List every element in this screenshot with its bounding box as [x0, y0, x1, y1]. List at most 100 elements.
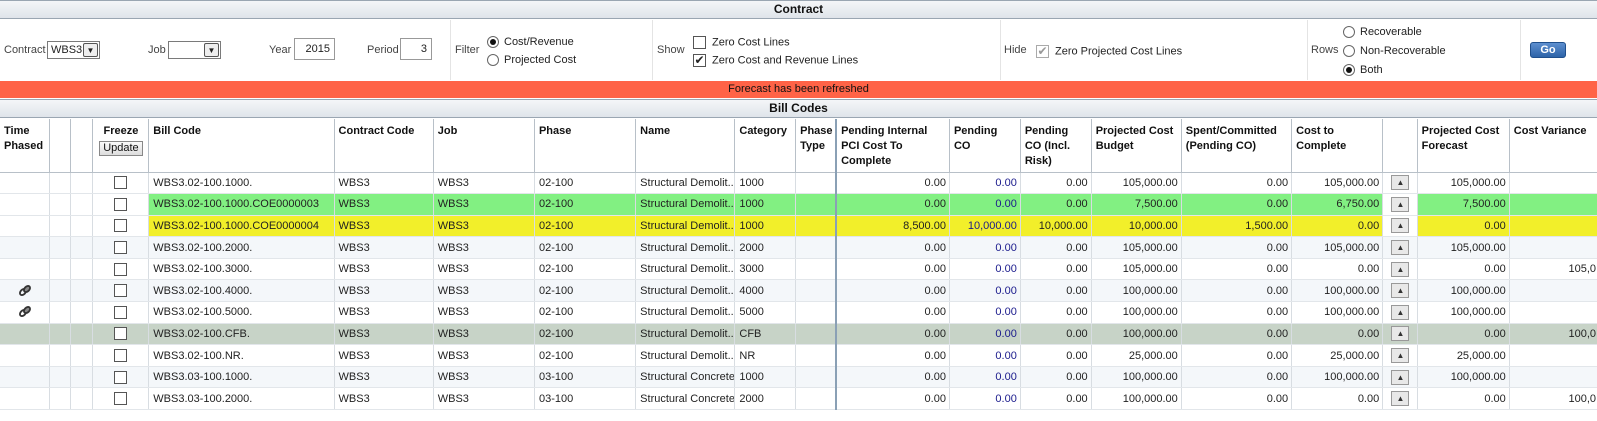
action-cell[interactable]: ▲ — [1382, 193, 1418, 216]
update-button[interactable]: Update — [99, 141, 143, 156]
table-row[interactable]: WBS3.03-100.2000. WBS3 WBS3 03-100 Structura… — [0, 387, 1597, 411]
rows-option-both[interactable]: Both — [1343, 64, 1383, 77]
chain-link-icon[interactable] — [18, 284, 32, 298]
time-phased-cell[interactable] — [0, 301, 51, 324]
action-cell[interactable]: ▲ — [1382, 344, 1418, 367]
table-row[interactable]: WBS3.03-100.1000. WBS3 WBS3 03-100 Structura… — [0, 366, 1597, 389]
freeze-cell[interactable] — [92, 172, 150, 195]
table-row[interactable]: WBS3.02-100.NR. WBS3 WBS3 02-100 Structural … — [0, 344, 1597, 367]
up-arrow-icon[interactable]: ▲ — [1391, 326, 1410, 342]
action-cell[interactable]: ▲ — [1382, 323, 1418, 346]
freeze-checkbox[interactable] — [114, 197, 128, 211]
action-cell[interactable]: ▲ — [1382, 366, 1418, 389]
freeze-checkbox[interactable] — [114, 349, 128, 363]
budget-cell: 100,000.00 — [1091, 301, 1182, 324]
col-name[interactable]: Name — [635, 119, 736, 173]
up-arrow-icon[interactable]: ▲ — [1391, 218, 1410, 234]
freeze-checkbox[interactable] — [114, 392, 128, 406]
col-projected-cost-forecast[interactable]: Projected Cost Forecast — [1417, 119, 1510, 173]
show-zero-cost-lines[interactable]: Zero Cost Lines — [693, 36, 790, 49]
up-arrow-icon[interactable]: ▲ — [1391, 240, 1410, 256]
name-cell: Structural Demolit... — [635, 172, 736, 195]
col-cost-to-complete[interactable]: Cost to Complete — [1291, 119, 1384, 173]
col-cost-variance[interactable]: Cost Variance — [1509, 119, 1597, 173]
freeze-checkbox[interactable] — [114, 219, 128, 233]
action-cell[interactable]: ▲ — [1382, 387, 1418, 411]
spent-cell: 0.00 — [1181, 323, 1293, 346]
freeze-cell[interactable] — [92, 301, 150, 324]
year-input[interactable]: 2015 — [294, 38, 335, 60]
job-cell: WBS3 — [433, 387, 535, 411]
time-phased-cell[interactable] — [0, 279, 51, 303]
table-row[interactable]: WBS3.02-100.1000.COE0000004 WBS3 WBS3 02-10… — [0, 215, 1597, 238]
go-button[interactable]: Go — [1530, 42, 1566, 58]
action-cell[interactable]: ▲ — [1382, 172, 1418, 195]
freeze-cell[interactable] — [92, 258, 150, 281]
up-arrow-icon[interactable]: ▲ — [1391, 391, 1410, 407]
freeze-checkbox[interactable] — [114, 176, 128, 190]
up-arrow-icon[interactable]: ▲ — [1391, 348, 1410, 364]
action-cell[interactable]: ▲ — [1382, 301, 1418, 324]
rows-option-non-recoverable[interactable]: Non-Recoverable — [1343, 45, 1446, 58]
col-contract-code[interactable]: Contract Code — [334, 119, 434, 173]
phase-type-cell — [795, 387, 837, 411]
forecast-cell: 7,500.00 — [1417, 193, 1510, 216]
table-row[interactable]: WBS3.02-100.CFB. WBS3 WBS3 02-100 Structural… — [0, 323, 1597, 346]
period-input[interactable]: 3 — [400, 38, 432, 60]
chain-link-icon[interactable] — [18, 305, 32, 319]
freeze-cell[interactable] — [92, 387, 150, 411]
up-arrow-icon[interactable]: ▲ — [1391, 175, 1410, 191]
table-row[interactable]: WBS3.02-100.3000. WBS3 WBS3 02-100 Structura… — [0, 258, 1597, 281]
up-arrow-icon[interactable]: ▲ — [1391, 196, 1410, 212]
up-arrow-icon[interactable]: ▲ — [1391, 369, 1410, 385]
blank-cell — [49, 366, 72, 389]
col-pending-internal-pci[interactable]: Pending Internal PCI Cost To Complete — [835, 119, 950, 173]
job-select[interactable]: ▼ — [168, 41, 221, 59]
up-arrow-icon[interactable]: ▲ — [1391, 304, 1410, 320]
action-cell[interactable]: ▲ — [1382, 258, 1418, 281]
action-cell[interactable]: ▲ — [1382, 215, 1418, 238]
col-job[interactable]: Job — [433, 119, 535, 173]
freeze-checkbox[interactable] — [114, 370, 128, 384]
table-row[interactable]: WBS3.02-100.4000. WBS3 WBS3 02-100 Structura… — [0, 279, 1597, 303]
col-phase[interactable]: Phase — [534, 119, 637, 173]
category-cell: 2000 — [734, 236, 797, 259]
action-cell[interactable]: ▲ — [1382, 279, 1418, 303]
col-pending-co-risk[interactable]: Pending CO (Incl. Risk) — [1020, 119, 1092, 173]
freeze-checkbox[interactable] — [114, 262, 128, 276]
col-spent-committed[interactable]: Spent/Committed (Pending CO) — [1181, 119, 1293, 173]
col-phase-type[interactable]: Phase Type — [795, 119, 837, 173]
freeze-checkbox[interactable] — [114, 241, 128, 255]
freeze-checkbox[interactable] — [114, 305, 128, 319]
show-zero-cost-revenue-lines[interactable]: ✔ Zero Cost and Revenue Lines — [693, 54, 858, 67]
freeze-cell[interactable] — [92, 366, 150, 389]
action-cell[interactable]: ▲ — [1382, 236, 1418, 259]
freeze-checkbox[interactable] — [114, 327, 128, 341]
bill-code-cell: WBS3.02-100.1000.COE0000003 — [148, 193, 335, 216]
freeze-cell[interactable] — [92, 344, 150, 367]
rows-option-recoverable[interactable]: Recoverable — [1343, 26, 1422, 39]
col-category[interactable]: Category — [734, 119, 797, 173]
contract-select[interactable]: WBS3 ▼ — [47, 41, 100, 59]
freeze-checkbox[interactable] — [114, 284, 128, 298]
col-time-phased[interactable]: Time Phased — [0, 119, 51, 173]
freeze-cell[interactable] — [92, 236, 150, 259]
job-cell: WBS3 — [433, 344, 535, 367]
filter-option-projected-cost[interactable]: Projected Cost — [487, 54, 576, 67]
col-bill-code[interactable]: Bill Code — [148, 119, 335, 173]
freeze-cell[interactable] — [92, 279, 150, 303]
freeze-cell[interactable] — [92, 323, 150, 346]
filter-option-cost-revenue[interactable]: Cost/Revenue — [487, 36, 574, 49]
table-row[interactable]: WBS3.02-100.1000.COE0000003 WBS3 WBS3 02-10… — [0, 193, 1597, 216]
freeze-cell[interactable] — [92, 215, 150, 238]
table-row[interactable]: WBS3.02-100.5000. WBS3 WBS3 02-100 Structura… — [0, 301, 1597, 324]
up-arrow-icon[interactable]: ▲ — [1391, 283, 1410, 299]
col-freeze[interactable]: Freeze Update — [92, 119, 150, 173]
freeze-cell[interactable] — [92, 193, 150, 216]
table-row[interactable]: WBS3.02-100.2000. WBS3 WBS3 02-100 Structura… — [0, 236, 1597, 259]
col-pending-co[interactable]: Pending CO — [949, 119, 1021, 173]
table-row[interactable]: WBS3.02-100.1000. WBS3 WBS3 02-100 Structura… — [0, 172, 1597, 195]
up-arrow-icon[interactable]: ▲ — [1391, 261, 1410, 277]
phase-type-cell — [795, 301, 837, 324]
col-projected-cost-budget[interactable]: Projected Cost Budget — [1091, 119, 1182, 173]
